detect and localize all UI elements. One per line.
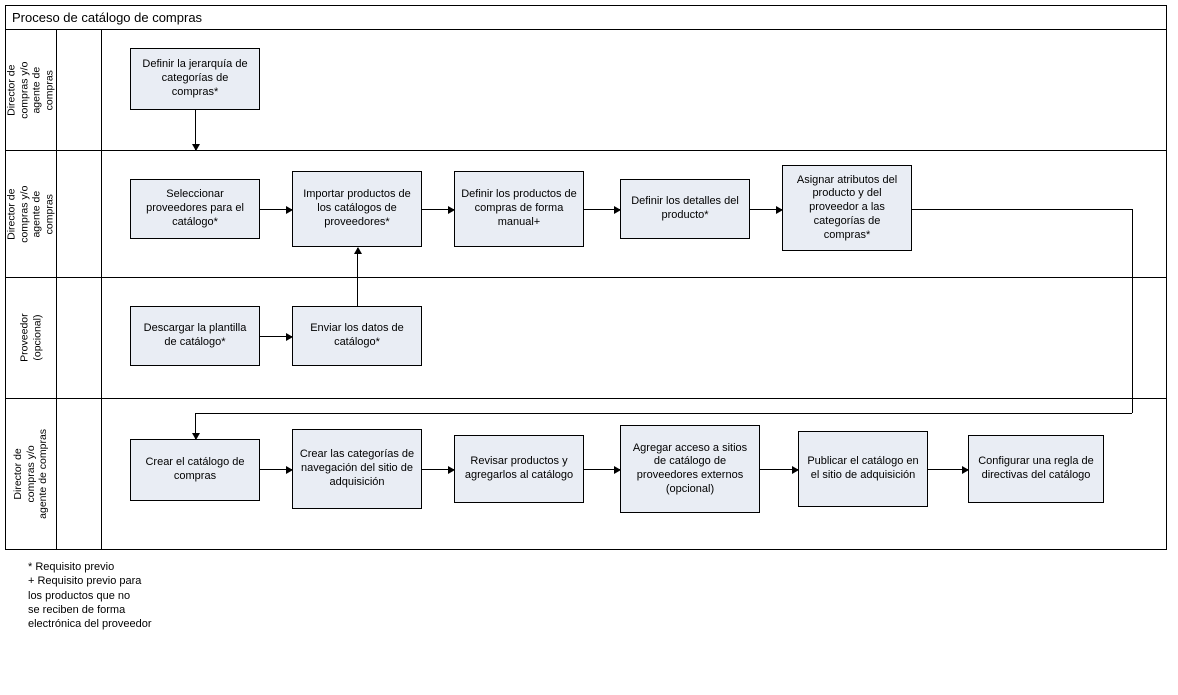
node-download-template: Descargar la plantilla de catálogo* xyxy=(130,306,260,366)
lane-2-label: Director decompras y/oagente decompras xyxy=(6,151,57,277)
arrow-l2-1-2 xyxy=(260,209,292,210)
connector-turn-left xyxy=(195,413,1132,414)
lane-3: Proveedor(opcional) Descargar la plantil… xyxy=(6,278,1166,399)
arrow-into-create-catalog xyxy=(195,413,196,439)
arrow-l4-1-2 xyxy=(260,469,292,470)
lane-4-label: Director decompras y/oagente de compras xyxy=(6,399,57,549)
connector-right-down-3 xyxy=(1132,399,1133,413)
node-select-vendors: Seleccionar proveedores para el catálogo… xyxy=(130,179,260,239)
node-define-manual: Definir los productos de compras de form… xyxy=(454,171,584,247)
node-policy-rule: Configurar una regla de directivas del c… xyxy=(968,435,1104,503)
node-send-data: Enviar los datos de catálogo* xyxy=(292,306,422,366)
node-import-products: Importar productos de los catálogos de p… xyxy=(292,171,422,247)
node-define-hierarchy: Definir la jerarquía de categorías de co… xyxy=(130,48,260,110)
connector-right-down-1 xyxy=(1132,209,1133,277)
footnote-5: electrónica del proveedor xyxy=(28,617,228,631)
diagram-frame: Proceso de catálogo de compras Director … xyxy=(5,5,1167,550)
connector-right-down-2 xyxy=(1132,278,1133,398)
node-external-access: Agregar acceso a sitios de catálogo de p… xyxy=(620,425,760,513)
arrow-l2-2-3 xyxy=(422,209,454,210)
node-review-products: Revisar productos y agregarlos al catálo… xyxy=(454,435,584,503)
lane-1: Director decompras y/oagente decompras D… xyxy=(6,30,1166,151)
footnotes: * Requisito previo + Requisito previo pa… xyxy=(28,560,228,631)
lane-1-label: Director decompras y/oagente decompras xyxy=(6,30,57,150)
node-publish: Publicar el catálogo en el sitio de adqu… xyxy=(798,431,928,507)
lane-3-label: Proveedor(opcional) xyxy=(6,278,57,398)
footnote-2: + Requisito previo para xyxy=(28,574,228,588)
arrow-l4-4-5 xyxy=(760,469,798,470)
footnote-3: los productos que no xyxy=(28,589,228,603)
arrow-l3n2-to-l2n2 xyxy=(357,248,358,306)
arrow-l2-4-5 xyxy=(750,209,782,210)
footnote-1: * Requisito previo xyxy=(28,560,228,574)
connector-l2n5-right xyxy=(912,209,1132,210)
arrow-l4-5-6 xyxy=(928,469,968,470)
node-assign-attrs: Asignar atributos del producto y del pro… xyxy=(782,165,912,251)
footnote-4: se reciben de forma xyxy=(28,603,228,617)
arrow-l4-2-3 xyxy=(422,469,454,470)
lane-2: Director decompras y/oagente decompras S… xyxy=(6,151,1166,278)
node-create-nav-cats: Crear las categorías de navegación del s… xyxy=(292,429,422,509)
arrow-l3-1-2 xyxy=(260,336,292,337)
diagram-title: Proceso de catálogo de compras xyxy=(6,6,1166,30)
node-create-catalog: Crear el catálogo de compras xyxy=(130,439,260,501)
arrow-l1n1-to-l2n1 xyxy=(195,110,196,150)
lane-4: Director decompras y/oagente de compras … xyxy=(6,399,1166,549)
swimlanes: Director decompras y/oagente decompras D… xyxy=(6,30,1166,549)
arrow-l4-3-4 xyxy=(584,469,620,470)
arrow-l2-3-4 xyxy=(584,209,620,210)
node-define-details: Definir los detalles del producto* xyxy=(620,179,750,239)
